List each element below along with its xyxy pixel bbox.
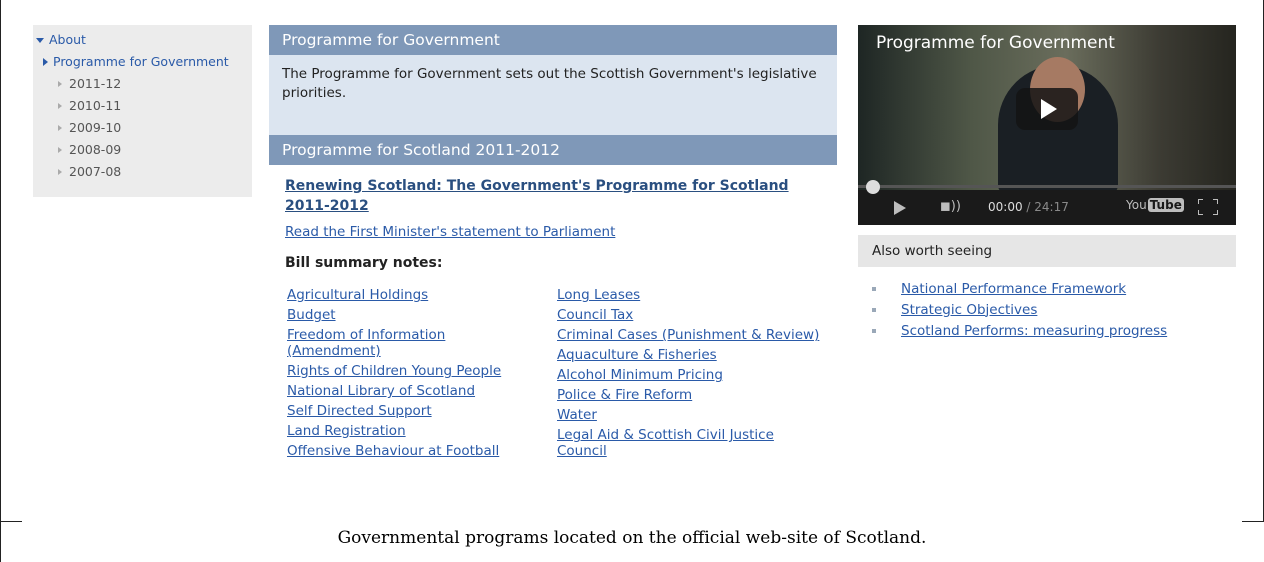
video-progress-bar[interactable]: [858, 185, 1236, 188]
bill-link[interactable]: Alcohol Minimum Pricing: [557, 367, 822, 383]
youtube-logo-you: You: [1126, 198, 1147, 212]
youtube-logo[interactable]: You Tube: [1126, 198, 1184, 212]
youtube-logo-tube: Tube: [1147, 198, 1184, 212]
arrow-right-icon: [58, 81, 62, 87]
sidebar-item-label: 2011-12: [69, 76, 122, 91]
bill-link[interactable]: Legal Aid & Scottish Civil Justice Counc…: [557, 427, 822, 459]
arrow-right-icon: [58, 169, 62, 175]
sidebar-item-label: 2009-10: [69, 120, 122, 135]
sidebar-item-about[interactable]: About: [33, 29, 252, 51]
scotland-performs-link[interactable]: Scotland Performs: measuring progress: [901, 323, 1167, 339]
sidebar-item-label: 2010-11: [69, 98, 122, 113]
control-play-icon[interactable]: [894, 201, 906, 215]
programme-scotland-box: Programme for Scotland 2011-2012 Renewin…: [269, 135, 837, 515]
bill-list-left: Agricultural Holdings Budget Freedom of …: [287, 287, 552, 463]
video-title: Programme for Government: [876, 33, 1115, 53]
sidebar-item-year[interactable]: 2007-08: [33, 161, 252, 183]
bill-link[interactable]: Rights of Children Young People: [287, 363, 552, 379]
arrow-right-icon: [58, 147, 62, 153]
video-player[interactable]: Programme for Government ◼)) 00:00 / 24:…: [858, 25, 1236, 225]
programme-scotland-title: Programme for Scotland 2011-2012: [269, 135, 837, 165]
programme-intro-title: Programme for Government: [269, 25, 837, 55]
strategic-objectives-link[interactable]: Strategic Objectives: [901, 302, 1037, 318]
bill-link[interactable]: Land Registration: [287, 423, 552, 439]
also-worth-seeing-list: National Performance Framework Strategic…: [872, 278, 1242, 341]
fullscreen-icon[interactable]: [1198, 199, 1218, 215]
expanded-arrow-icon: [36, 37, 44, 43]
video-current-time: 00:00: [988, 200, 1023, 214]
bill-list-right: Long Leases Council Tax Criminal Cases (…: [557, 287, 822, 463]
video-duration: / 24:17: [1026, 200, 1069, 214]
bill-link[interactable]: Agricultural Holdings: [287, 287, 552, 303]
bullet-icon: [872, 328, 876, 333]
sidebar-item-year[interactable]: 2008-09: [33, 139, 252, 161]
list-item: National Performance Framework: [872, 278, 1242, 299]
bill-link[interactable]: Budget: [287, 307, 552, 323]
arrow-right-icon: [58, 125, 62, 131]
bill-link[interactable]: Police & Fire Reform: [557, 387, 822, 403]
bill-link[interactable]: Aquaculture & Fisheries: [557, 347, 822, 363]
frame-bottom-left-line: [0, 521, 22, 522]
sidebar-item-label: 2008-09: [69, 142, 122, 157]
frame-bottom-right-line: [1242, 521, 1264, 522]
programme-intro-box: Programme for Government The Programme f…: [269, 25, 837, 150]
sidebar-item-year[interactable]: 2009-10: [33, 117, 252, 139]
bullet-icon: [872, 307, 876, 312]
play-icon: [1041, 99, 1057, 119]
bill-link[interactable]: Offensive Behaviour at Football: [287, 443, 552, 459]
frame-left-line: [0, 0, 1, 562]
bill-link[interactable]: National Library of Scotland: [287, 383, 552, 399]
national-performance-framework-link[interactable]: National Performance Framework: [901, 281, 1126, 297]
arrow-right-icon: [58, 103, 62, 109]
list-item: Scotland Performs: measuring progress: [872, 320, 1242, 341]
figure-caption: Governmental programs located on the off…: [337, 528, 927, 548]
bullet-icon: [872, 286, 876, 291]
programme-intro-text: The Programme for Government sets out th…: [282, 66, 817, 101]
sidebar-item-year[interactable]: 2010-11: [33, 95, 252, 117]
bill-link[interactable]: Long Leases: [557, 287, 822, 303]
bill-link[interactable]: Freedom of Information (Amendment): [287, 327, 507, 359]
bill-link[interactable]: Council Tax: [557, 307, 822, 323]
sidebar-item-label: Programme for Government: [53, 54, 229, 69]
sidebar-nav: About Programme for Government 2011-12 2…: [33, 25, 252, 197]
bill-link[interactable]: Self Directed Support: [287, 403, 552, 419]
sidebar-item-label: 2007-08: [69, 164, 122, 179]
sidebar-item-label: About: [49, 32, 86, 47]
bill-link[interactable]: Water: [557, 407, 822, 423]
bill-link[interactable]: Criminal Cases (Punishment & Review): [557, 327, 822, 343]
sidebar-item-programme-for-government[interactable]: Programme for Government: [33, 51, 252, 73]
bill-summary-heading: Bill summary notes:: [285, 255, 443, 271]
renewing-scotland-link[interactable]: Renewing Scotland: The Government's Prog…: [285, 176, 805, 216]
also-worth-seeing-heading: Also worth seeing: [858, 235, 1236, 267]
video-scrubber-handle[interactable]: [866, 180, 880, 194]
arrow-right-icon: [43, 58, 48, 66]
video-time: 00:00 / 24:17: [988, 200, 1069, 214]
volume-icon[interactable]: ◼)): [940, 199, 961, 214]
sidebar-item-year[interactable]: 2011-12: [33, 73, 252, 95]
list-item: Strategic Objectives: [872, 299, 1242, 320]
first-minister-statement-link[interactable]: Read the First Minister's statement to P…: [285, 224, 615, 240]
